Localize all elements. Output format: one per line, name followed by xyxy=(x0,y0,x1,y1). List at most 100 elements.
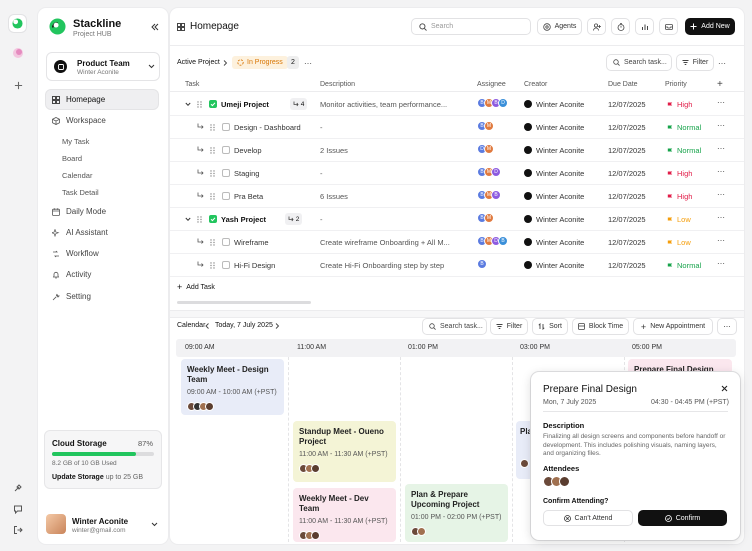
row-more-icon[interactable]: ⋯ xyxy=(717,98,725,107)
row-more-icon[interactable]: ⋯ xyxy=(717,213,725,222)
calendar-search-input[interactable]: Search task... xyxy=(422,318,487,335)
priority-cell[interactable]: Low xyxy=(667,215,691,224)
cant-attend-button[interactable]: Can't Attend xyxy=(543,510,633,526)
drag-handle-icon[interactable] xyxy=(197,216,202,223)
task-filter-button[interactable]: Filter xyxy=(676,54,714,71)
drag-handle-icon[interactable] xyxy=(210,262,215,269)
col-description[interactable]: Description xyxy=(320,81,355,88)
table-row[interactable]: Hi-Fi Design Create Hi-Fi Onboarding step… xyxy=(170,254,744,277)
project-more-icon[interactable]: ⋯ xyxy=(304,59,312,68)
chat-icon[interactable] xyxy=(11,502,25,516)
task-name[interactable]: Develop xyxy=(234,146,262,155)
event-plan-prepare[interactable]: Plan & Prepare Upcoming Project 01:00 PM… xyxy=(405,484,508,542)
breadcrumb[interactable]: Active Project xyxy=(177,59,220,66)
row-more-icon[interactable]: ⋯ xyxy=(717,144,725,153)
nav-homepage[interactable]: Homepage xyxy=(46,90,158,109)
user-menu-chevron-icon[interactable] xyxy=(151,522,158,527)
inbox-button[interactable] xyxy=(659,18,678,35)
expand-chevron-icon[interactable] xyxy=(185,217,191,222)
table-row[interactable]: Pra Beta 6 Issues B M B Winter Aconite 12/07/2… xyxy=(170,185,744,208)
priority-cell[interactable]: High xyxy=(667,169,692,178)
nav-workspace[interactable]: Workspace xyxy=(46,111,158,130)
col-creator[interactable]: Creator xyxy=(524,81,547,88)
assignee-group[interactable]: DM xyxy=(477,144,494,154)
nav-board[interactable]: Board xyxy=(62,154,82,163)
assignee-group[interactable]: B xyxy=(477,259,487,269)
agents-button[interactable]: Agents xyxy=(537,18,582,35)
assignee-group[interactable]: BM xyxy=(477,213,494,223)
drag-handle-icon[interactable] xyxy=(197,101,202,108)
task-search-input[interactable]: Search task... xyxy=(606,54,672,71)
nav-setting[interactable]: Setting xyxy=(46,287,158,306)
task-checkbox[interactable] xyxy=(209,100,217,108)
row-more-icon[interactable]: ⋯ xyxy=(717,190,725,199)
collapse-sidebar-icon[interactable] xyxy=(151,23,159,31)
nav-daily-mode[interactable]: Daily Mode xyxy=(46,202,158,221)
add-user-button[interactable] xyxy=(587,18,606,35)
row-more-icon[interactable]: ⋯ xyxy=(717,167,725,176)
app-logo-icon[interactable] xyxy=(9,15,26,32)
col-due-date[interactable]: Due Date xyxy=(608,81,638,88)
assignee-group[interactable]: BMD xyxy=(477,167,501,177)
task-name[interactable]: Yash Project xyxy=(221,215,266,224)
event-weekly-meet-dev[interactable]: Weekly Meet - Dev Team 11:00 AM - 11:30 … xyxy=(293,488,396,542)
nav-workflow[interactable]: Workflow xyxy=(46,244,158,263)
drag-handle-icon[interactable] xyxy=(210,124,215,131)
task-name[interactable]: Hi-Fi Design xyxy=(234,261,275,270)
timer-button[interactable] xyxy=(611,18,630,35)
add-column-icon[interactable]: + xyxy=(717,79,723,90)
table-row[interactable]: Staging - B M D Winter Aconite 12/07/2025 High ⋯ xyxy=(170,162,744,185)
assignee-group[interactable]: BMDB xyxy=(477,236,508,246)
assignee-group[interactable]: BMB xyxy=(477,190,501,200)
assignee-group[interactable]: BMBD xyxy=(477,98,508,108)
chart-button[interactable] xyxy=(635,18,654,35)
row-more-icon[interactable]: ⋯ xyxy=(717,121,725,130)
calendar-filter-button[interactable]: Filter xyxy=(490,318,528,335)
table-row[interactable]: Yash Project 2 - B M Winter Aconite 12/07/2025… xyxy=(170,208,744,231)
table-row[interactable]: Umeji Project 4 Monitor activities, team p… xyxy=(170,93,744,116)
priority-cell[interactable]: Normal xyxy=(667,146,701,155)
task-checkbox[interactable] xyxy=(222,192,230,200)
prev-day-icon[interactable] xyxy=(205,323,210,329)
subtask-count-badge[interactable]: 2 xyxy=(284,213,303,225)
confirm-button[interactable]: Confirm xyxy=(638,510,727,526)
task-name[interactable]: Pra Beta xyxy=(234,192,263,201)
expand-chevron-icon[interactable] xyxy=(185,102,191,107)
task-checkbox[interactable] xyxy=(222,261,230,269)
event-weekly-meet-design[interactable]: Weekly Meet - Design Team 09:00 AM - 10:… xyxy=(181,359,284,415)
drag-handle-icon[interactable] xyxy=(210,170,215,177)
assignee-group[interactable]: BM xyxy=(477,121,494,131)
event-standup-meet[interactable]: Standup Meet - Oueno Project 11:00 AM - … xyxy=(293,421,396,482)
task-name[interactable]: Design - Dashboard xyxy=(234,123,301,132)
circle-icon[interactable] xyxy=(11,46,25,60)
task-checkbox[interactable] xyxy=(222,123,230,131)
status-badge[interactable]: In Progress xyxy=(232,56,288,69)
calendar-more-button[interactable]: ⋯ xyxy=(717,318,737,335)
priority-cell[interactable]: Normal xyxy=(667,123,701,132)
add-task-button[interactable]: + Add Task xyxy=(177,282,215,292)
drag-handle-icon[interactable] xyxy=(210,147,215,154)
block-time-button[interactable]: Block Time xyxy=(572,318,629,335)
tool-icon[interactable] xyxy=(11,481,25,495)
table-row[interactable]: Develop 2 Issues D M Winter Aconite 12/07/202… xyxy=(170,139,744,162)
row-more-icon[interactable]: ⋯ xyxy=(717,259,725,268)
user-avatar[interactable] xyxy=(46,514,66,534)
task-name[interactable]: Staging xyxy=(234,169,259,178)
col-assignee[interactable]: Assignee xyxy=(477,81,506,88)
nav-task-detail[interactable]: Task Detail xyxy=(62,188,99,197)
priority-cell[interactable]: High xyxy=(667,100,692,109)
update-storage-link[interactable]: Update Storage up to 25 GB xyxy=(52,474,143,481)
task-checkbox[interactable] xyxy=(222,146,230,154)
close-icon[interactable] xyxy=(721,385,728,392)
table-horizontal-scrollbar[interactable] xyxy=(177,301,311,304)
table-more-icon[interactable]: ⋯ xyxy=(718,59,726,68)
nav-ai-assistant[interactable]: AI Assistant xyxy=(46,223,158,242)
priority-cell[interactable]: Normal xyxy=(667,261,701,270)
search-input[interactable]: Search xyxy=(411,18,531,35)
new-appointment-button[interactable]: + New Appointment xyxy=(633,318,713,335)
priority-cell[interactable]: Low xyxy=(667,238,691,247)
table-row[interactable]: Design - Dashboard - B M Winter Aconite 12/07… xyxy=(170,116,744,139)
col-priority[interactable]: Priority xyxy=(665,81,687,88)
task-checkbox[interactable] xyxy=(209,215,217,223)
task-checkbox[interactable] xyxy=(222,169,230,177)
